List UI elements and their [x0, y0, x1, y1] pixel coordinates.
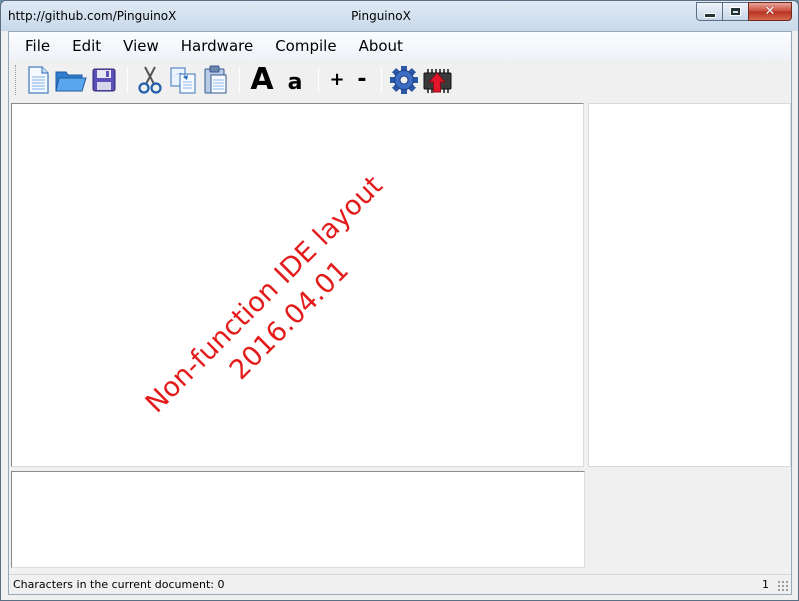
watermark-line-1: Non-function IDE layout — [139, 170, 389, 420]
menu-file[interactable]: File — [17, 35, 58, 57]
open-folder-icon — [55, 71, 87, 92]
side-panel[interactable] — [588, 103, 791, 467]
app-window: http://github.com/PinguinoX PinguinoX ✕ … — [0, 0, 799, 601]
status-character-count: Characters in the current document: 0 — [13, 578, 225, 591]
menu-view[interactable]: View — [115, 35, 167, 57]
client-area: File Edit View Hardware Compile About A … — [8, 31, 792, 595]
caption-buttons: ✕ — [696, 2, 792, 22]
menu-edit[interactable]: Edit — [64, 35, 109, 57]
title-bar[interactable]: http://github.com/PinguinoX PinguinoX ✕ — [1, 1, 798, 31]
upload-button[interactable] — [421, 64, 453, 96]
menu-compile[interactable]: Compile — [267, 35, 344, 57]
minimize-icon — [703, 12, 716, 18]
compile-button[interactable] — [388, 64, 420, 96]
toolbar-separator — [127, 67, 128, 93]
status-bar: Characters in the current document: 0 1 — [9, 574, 791, 594]
menu-hardware[interactable]: Hardware — [173, 35, 261, 57]
save-button[interactable] — [88, 64, 120, 96]
gear-icon — [390, 66, 418, 94]
minimize-button[interactable] — [696, 2, 722, 21]
toolbar-separator — [318, 67, 319, 93]
maximize-button[interactable] — [722, 2, 748, 21]
copy-button[interactable] — [167, 64, 199, 96]
watermark-text: Non-function IDE layout 2016.04.01 — [138, 169, 415, 446]
paste-button[interactable] — [200, 64, 232, 96]
toolbar-separator — [239, 67, 240, 93]
toolbar-grip[interactable] — [15, 65, 18, 95]
new-file-button[interactable] — [22, 64, 54, 96]
toolbar: A a + - — [9, 60, 791, 100]
increase-font-button[interactable]: A — [246, 64, 278, 96]
maximize-icon — [730, 7, 741, 16]
decrease-font-icon: a — [287, 70, 303, 95]
cut-button[interactable] — [134, 64, 166, 96]
open-file-button[interactable] — [55, 64, 87, 96]
close-icon: ✕ — [764, 4, 776, 19]
code-editor[interactable]: Non-function IDE layout 2016.04.01 — [11, 103, 584, 467]
cut-icon — [138, 66, 162, 94]
paste-icon — [204, 65, 227, 94]
toolbar-separator — [381, 67, 382, 93]
close-button[interactable]: ✕ — [748, 2, 792, 21]
resize-grip-icon[interactable] — [777, 580, 789, 592]
menu-bar: File Edit View Hardware Compile About — [9, 32, 791, 60]
increase-font-icon: A — [250, 62, 274, 97]
new-document-icon — [28, 66, 49, 94]
zoom-in-button[interactable]: + — [325, 64, 349, 96]
upload-chip-icon — [423, 69, 452, 93]
menu-about[interactable]: About — [351, 35, 411, 57]
decrease-font-button[interactable]: a — [279, 64, 311, 96]
plus-icon: + — [329, 69, 345, 90]
copy-icon — [170, 67, 196, 94]
minus-icon: - — [357, 67, 367, 92]
output-panel[interactable] — [11, 471, 585, 568]
save-icon — [92, 68, 116, 92]
zoom-out-button[interactable]: - — [350, 64, 374, 96]
watermark-line-2: 2016.04.01 — [223, 254, 355, 386]
status-line-number: 1 — [762, 578, 769, 591]
window-title: PinguinoX — [351, 9, 411, 23]
